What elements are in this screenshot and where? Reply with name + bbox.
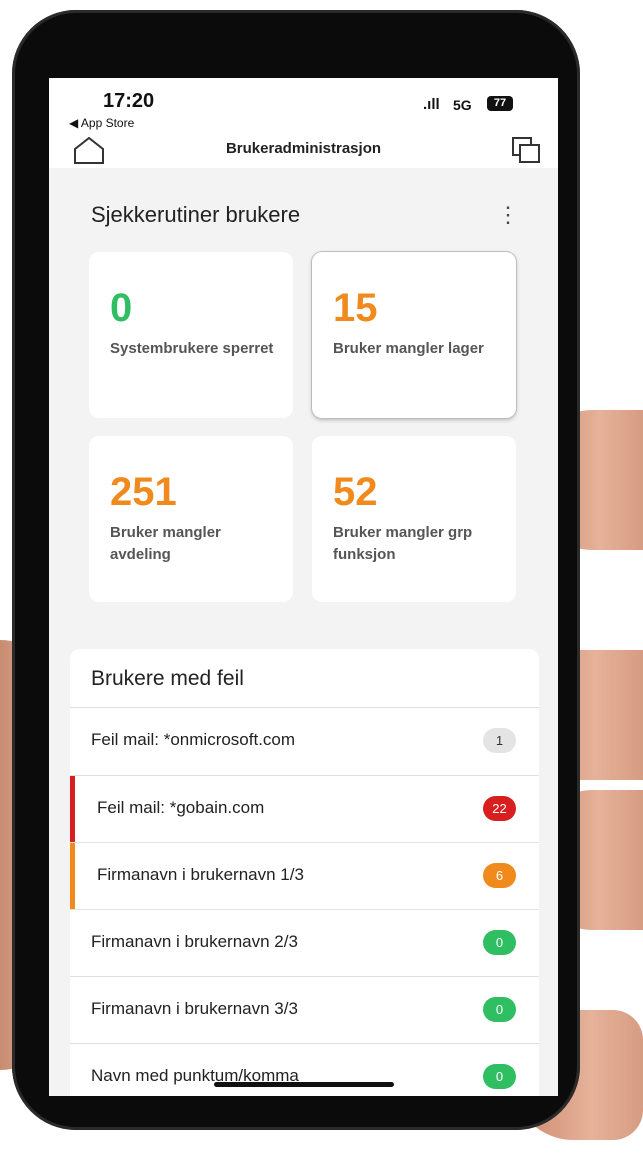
page-title: Brukeradministrasjon xyxy=(225,140,382,157)
list-item-label: Feil mail: *onmicrosoft.com xyxy=(91,730,296,749)
row-marker xyxy=(70,843,75,910)
tile-label: Bruker mangler avdeling xyxy=(110,524,221,563)
tile-bruker-mangler-lager[interactable]: 15 Bruker mangler lager xyxy=(312,252,516,418)
tile-bruker-mangler-grp-funksjon[interactable]: 52 Bruker mangler grp funksjon xyxy=(312,436,516,602)
row-marker xyxy=(70,1044,75,1096)
network-label: 5G xyxy=(453,97,472,113)
list-item-label: Feil mail: *gobain.com xyxy=(97,798,265,817)
tile-label: Systembrukere sperret xyxy=(110,340,274,357)
list-item[interactable]: Feil mail: *gobain.com 22 xyxy=(70,775,539,843)
row-marker xyxy=(70,977,75,1044)
list-item-label: Firmanavn i brukernavn 2/3 xyxy=(91,932,298,951)
phone-frame: 17:20 ◀ App Store .ıll 5G 77 Brukeradmin… xyxy=(12,10,580,1130)
row-marker xyxy=(70,776,75,843)
tile-value: 52 xyxy=(333,470,378,514)
errors-card: Brukere med feil Feil mail: *onmicrosoft… xyxy=(70,649,539,1096)
checks-title: Sjekkerutiner brukere xyxy=(91,202,301,227)
home-indicator xyxy=(214,1082,394,1087)
signal-icon: .ıll xyxy=(423,96,440,113)
count-badge: 6 xyxy=(483,863,516,888)
count-badge: 1 xyxy=(483,728,516,753)
list-item[interactable]: Firmanavn i brukernavn 2/3 0 xyxy=(70,909,539,977)
count-badge: 0 xyxy=(483,1064,516,1089)
count-badge: 22 xyxy=(483,796,516,821)
tile-systembrukere-sperret[interactable]: 0 Systembrukere sperret xyxy=(89,252,293,418)
list-item[interactable]: Navn med punktum/komma 0 xyxy=(70,1043,539,1096)
list-item[interactable]: Firmanavn i brukernavn 3/3 0 xyxy=(70,976,539,1044)
status-bar: 17:20 ◀ App Store .ıll 5G 77 Brukeradmin… xyxy=(49,78,558,168)
tile-value: 0 xyxy=(110,286,133,330)
tile-label: Bruker mangler grp funksjon xyxy=(333,524,473,563)
list-item[interactable]: Firmanavn i brukernavn 1/3 6 xyxy=(70,842,539,910)
app-screen: 17:20 ◀ App Store .ıll 5G 77 Brukeradmin… xyxy=(49,78,558,1096)
more-menu-icon[interactable]: ⋮ xyxy=(497,202,519,228)
battery-icon: 77 xyxy=(487,96,513,111)
list-item-label: Firmanavn i brukernavn 3/3 xyxy=(91,999,298,1018)
tile-label: Bruker mangler lager xyxy=(333,340,484,357)
errors-title: Brukere med feil xyxy=(91,667,244,690)
count-badge: 0 xyxy=(483,997,516,1022)
windows-icon[interactable] xyxy=(511,136,541,164)
status-time: 17:20 xyxy=(103,90,155,112)
tile-value: 15 xyxy=(333,286,378,330)
count-badge: 0 xyxy=(483,930,516,955)
tile-bruker-mangler-avdeling[interactable]: 251 Bruker mangler avdeling xyxy=(89,436,293,602)
back-to-app-store-link[interactable]: ◀ App Store xyxy=(69,116,134,130)
list-item-label: Firmanavn i brukernavn 1/3 xyxy=(97,865,304,884)
row-marker xyxy=(70,910,75,977)
row-marker xyxy=(70,708,75,775)
list-item[interactable]: Feil mail: *onmicrosoft.com 1 xyxy=(70,707,539,775)
tile-value: 251 xyxy=(110,470,177,514)
